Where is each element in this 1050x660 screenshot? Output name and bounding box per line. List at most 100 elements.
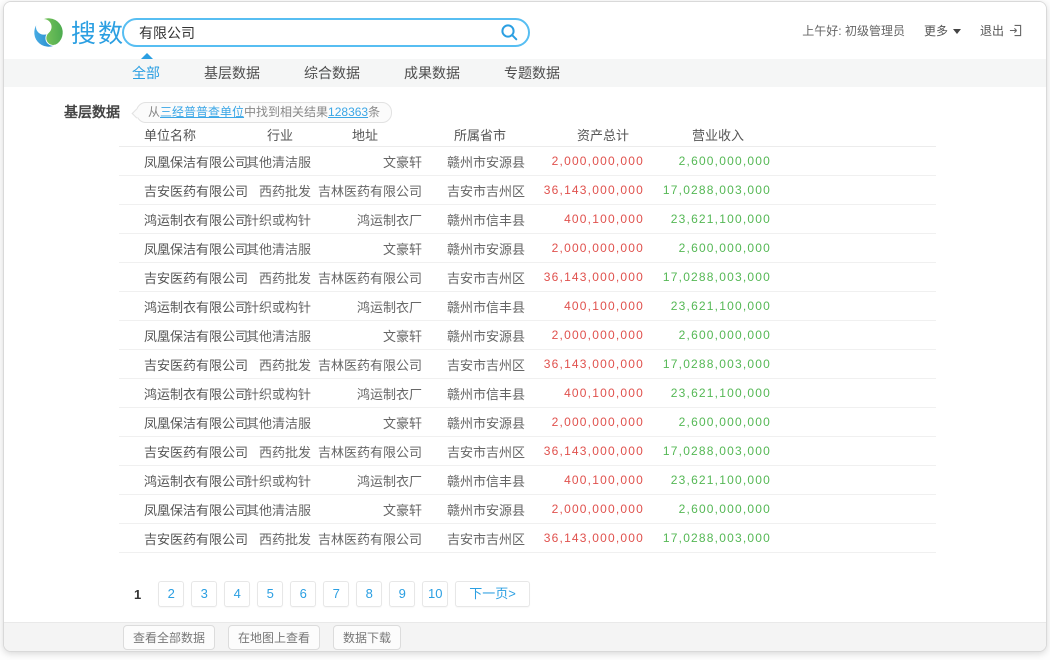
page-button-9[interactable]: 9 <box>389 581 415 607</box>
cell: 吉安市吉州区 <box>422 355 542 374</box>
result-count-link[interactable]: 128363 <box>328 105 368 119</box>
cell: 文豪轩 <box>311 413 422 432</box>
cell: 吉林医药有限公司 <box>311 355 422 374</box>
tab-3[interactable]: 成果数据 <box>404 63 460 83</box>
tab-4[interactable]: 专题数据 <box>504 63 560 83</box>
search-icon[interactable] <box>500 23 519 42</box>
page-button-8[interactable]: 8 <box>356 581 382 607</box>
top-bar: 搜数 上午好: 初级管理员 更多 退出 <box>4 2 1046 59</box>
cell: 36,143,000,000 <box>542 270 644 284</box>
cell: 23,621,100,000 <box>644 473 771 487</box>
tab-1[interactable]: 基层数据 <box>204 63 260 83</box>
table-row[interactable]: 凤凰保洁有限公司其他清洁服文豪轩赣州市安源县2,000,000,0002,600… <box>119 408 936 437</box>
cell: 2,600,000,000 <box>644 328 771 342</box>
cell: 赣州市信丰县 <box>422 210 542 229</box>
footer-bar: 查看全部数据在地图上查看数据下载 <box>4 622 1046 651</box>
table-row[interactable]: 吉安医药有限公司西药批发吉林医药有限公司吉安市吉州区36,143,000,000… <box>119 524 936 553</box>
tab-0[interactable]: 全部 <box>132 63 160 83</box>
cell: 36,143,000,000 <box>542 183 644 197</box>
cell: 西药批发 <box>219 529 311 548</box>
search-input[interactable] <box>124 25 500 41</box>
page-button-4[interactable]: 4 <box>224 581 250 607</box>
cell: 吉安医药有限公司 <box>119 268 219 287</box>
cell: 其他清洁服 <box>219 152 311 171</box>
page-button-6[interactable]: 6 <box>290 581 316 607</box>
logo[interactable]: 搜数 <box>32 14 125 50</box>
cell: 36,143,000,000 <box>542 531 644 545</box>
logout-icon <box>1009 24 1022 37</box>
table-row[interactable]: 吉安医药有限公司西药批发吉林医药有限公司吉安市吉州区36,143,000,000… <box>119 176 936 205</box>
cell: 凤凰保洁有限公司 <box>119 326 219 345</box>
cell: 文豪轩 <box>311 500 422 519</box>
cell: 文豪轩 <box>311 239 422 258</box>
cell: 赣州市信丰县 <box>422 297 542 316</box>
cell: 36,143,000,000 <box>542 444 644 458</box>
footer-button-2[interactable]: 数据下载 <box>333 625 401 650</box>
results-table: 单位名称行业地址所属省市资产总计营业收入 凤凰保洁有限公司其他清洁服文豪轩赣州市… <box>119 123 936 553</box>
cell: 鸿运制衣有限公司 <box>119 297 219 316</box>
category-label: 基层数据 <box>64 102 120 122</box>
cell: 针织或构针 <box>219 384 311 403</box>
more-label: 更多 <box>924 22 948 39</box>
table-row[interactable]: 凤凰保洁有限公司其他清洁服文豪轩赣州市安源县2,000,000,0002,600… <box>119 234 936 263</box>
cell: 西药批发 <box>219 181 311 200</box>
cell: 凤凰保洁有限公司 <box>119 500 219 519</box>
cell: 鸿运制衣有限公司 <box>119 384 219 403</box>
current-page: 1 <box>134 587 141 602</box>
cell: 吉安市吉州区 <box>422 268 542 287</box>
cell: 其他清洁服 <box>219 326 311 345</box>
cell: 针织或构针 <box>219 210 311 229</box>
table-header: 单位名称行业地址所属省市资产总计营业收入 <box>119 123 936 147</box>
logo-icon <box>32 16 65 49</box>
page-button-7[interactable]: 7 <box>323 581 349 607</box>
active-tab-caret-icon <box>141 53 153 59</box>
cell: 17,0288,003,000 <box>644 183 771 197</box>
table-row[interactable]: 凤凰保洁有限公司其他清洁服文豪轩赣州市安源县2,000,000,0002,600… <box>119 495 936 524</box>
source-link[interactable]: 三经普普查单位 <box>160 105 244 119</box>
more-menu[interactable]: 更多 <box>924 22 961 39</box>
cell: 鸿运制衣厂 <box>311 471 422 490</box>
cell: 400,100,000 <box>542 386 644 400</box>
cell: 针织或构针 <box>219 471 311 490</box>
page-button-5[interactable]: 5 <box>257 581 283 607</box>
page-button-2[interactable]: 2 <box>158 581 184 607</box>
table-row[interactable]: 鸿运制衣有限公司针织或构针鸿运制衣厂赣州市信丰县400,100,00023,62… <box>119 205 936 234</box>
table-row[interactable]: 凤凰保洁有限公司其他清洁服文豪轩赣州市安源县2,000,000,0002,600… <box>119 321 936 350</box>
tab-2[interactable]: 综合数据 <box>304 63 360 83</box>
footer-button-0[interactable]: 查看全部数据 <box>123 625 215 650</box>
table-row[interactable]: 凤凰保洁有限公司其他清洁服文豪轩赣州市安源县2,000,000,0002,600… <box>119 147 936 176</box>
table-row[interactable]: 吉安医药有限公司西药批发吉林医药有限公司吉安市吉州区36,143,000,000… <box>119 437 936 466</box>
cell: 鸿运制衣厂 <box>311 210 422 229</box>
cell: 400,100,000 <box>542 299 644 313</box>
cell: 17,0288,003,000 <box>644 531 771 545</box>
cell: 吉安医药有限公司 <box>119 529 219 548</box>
result-suffix: 条 <box>368 105 380 119</box>
cell: 吉林医药有限公司 <box>311 181 422 200</box>
cell: 西药批发 <box>219 268 311 287</box>
column-header: 地址 <box>311 125 422 144</box>
table-row[interactable]: 鸿运制衣有限公司针织或构针鸿运制衣厂赣州市信丰县400,100,00023,62… <box>119 466 936 495</box>
cell: 凤凰保洁有限公司 <box>119 413 219 432</box>
page-buttons: 23456789 10 <box>158 581 448 607</box>
footer-button-1[interactable]: 在地图上查看 <box>228 625 320 650</box>
pagination: 1 23456789 10 下一页> <box>134 581 1046 607</box>
cell: 23,621,100,000 <box>644 212 771 226</box>
page-button-10[interactable]: 10 <box>422 581 448 607</box>
logout-button[interactable]: 退出 <box>980 22 1022 39</box>
table-row[interactable]: 鸿运制衣有限公司针织或构针鸿运制衣厂赣州市信丰县400,100,00023,62… <box>119 379 936 408</box>
cell: 赣州市信丰县 <box>422 471 542 490</box>
cell: 鸿运制衣有限公司 <box>119 210 219 229</box>
next-page-button[interactable]: 下一页> <box>455 581 530 607</box>
table-row[interactable]: 吉安医药有限公司西药批发吉林医药有限公司吉安市吉州区36,143,000,000… <box>119 263 936 292</box>
cell: 其他清洁服 <box>219 413 311 432</box>
table-row[interactable]: 鸿运制衣有限公司针织或构针鸿运制衣厂赣州市信丰县400,100,00023,62… <box>119 292 936 321</box>
cell: 吉安市吉州区 <box>422 529 542 548</box>
page-button-3[interactable]: 3 <box>191 581 217 607</box>
tab-bar: 全部 基层数据 综合数据 成果数据 专题数据 <box>4 59 1046 87</box>
cell: 凤凰保洁有限公司 <box>119 152 219 171</box>
search-box <box>122 18 530 47</box>
result-prefix: 从 <box>148 105 160 119</box>
table-row[interactable]: 吉安医药有限公司西药批发吉林医药有限公司吉安市吉州区36,143,000,000… <box>119 350 936 379</box>
cell: 吉安市吉州区 <box>422 442 542 461</box>
column-header: 单位名称 <box>119 125 219 144</box>
